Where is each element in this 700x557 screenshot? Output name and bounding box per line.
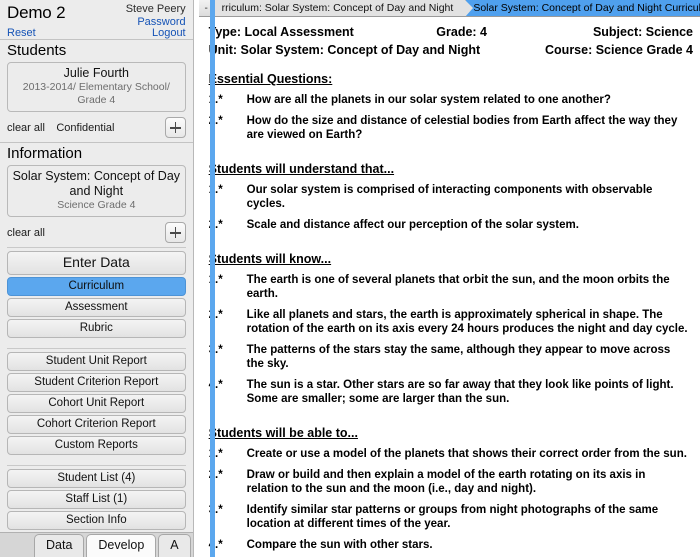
information-heading: Information — [0, 142, 193, 166]
meta-row-1: Type: Local Assessment Grade: 4 Subject:… — [209, 23, 693, 41]
student-detail: 2013-2014/ Elementary School/ Grade 4 — [22, 81, 170, 107]
meta-grade: Grade: 4 — [436, 25, 487, 39]
sidebar-tabbar: Data Develop A — [0, 532, 193, 557]
meta-type: Type: Local Assessment — [208, 25, 354, 39]
list-item: 4.* Compare the sun with other stars. — [209, 538, 693, 552]
item-text: The earth is one of several planets that… — [246, 274, 670, 300]
user-info: Steve Peery — [126, 3, 186, 16]
meta-row-2: Unit: Solar System: Concept of Day and N… — [209, 41, 693, 59]
reports-group: Student Unit Report Student Criterion Re… — [7, 348, 186, 457]
tab-arrow-icon — [465, 0, 474, 16]
user-name: Steve Peery — [125, 3, 186, 15]
item-text: Draw or build and then explain a model o… — [246, 469, 646, 495]
sidebar-item-staff-list[interactable]: Staff List (1) — [7, 490, 186, 510]
reset-link[interactable]: Reset — [7, 27, 36, 39]
meta-course: Course: Science Grade 4 — [545, 43, 693, 57]
student-name: Julie Fourth — [63, 66, 129, 81]
student-card[interactable]: Julie Fourth 2013-2014/ Elementary Schoo… — [7, 62, 186, 113]
sidebar-item-curriculum[interactable]: Curriculum — [7, 277, 186, 297]
add-student-button[interactable] — [164, 117, 186, 139]
browser-tab-label-active: Solar System: Concept of Day and Night C… — [473, 2, 700, 14]
item-text: Compare the sun with other stars. — [246, 539, 433, 551]
browser-tab-label: rriculum: Solar System: Concept of Day a… — [221, 2, 454, 14]
sidebar-item-rubric[interactable]: Rubric — [7, 319, 186, 339]
information-actions: clear all — [0, 219, 193, 247]
enter-data-heading: Enter Data — [7, 251, 186, 276]
item-text: How are all the planets in our solar sys… — [246, 94, 611, 106]
meta-unit: Unit: Solar System: Concept of Day and N… — [208, 43, 481, 57]
sidebar-item-student-unit-report[interactable]: Student Unit Report — [7, 352, 186, 372]
item-text: Identify similar star patterns or groups… — [246, 504, 659, 530]
list-item: 2.* How do the size and distance of cele… — [209, 114, 693, 142]
panel-splitter[interactable] — [210, 0, 215, 557]
logout-link[interactable]: Logout — [152, 27, 186, 40]
sidebar-item-custom-reports[interactable]: Custom Reports — [7, 436, 186, 456]
list-item: 3.* Identify similar star patterns or gr… — [209, 503, 693, 531]
meta-subject: Subject: Science — [592, 25, 693, 39]
sidebar: Demo 2 Steve Peery Password Reset Logout… — [0, 0, 194, 557]
list-item: 2.* Draw or build and then explain a mod… — [209, 468, 693, 496]
browser-tab-bar: - rriculum: Solar System: Concept of Day… — [198, 0, 700, 17]
item-text: Our solar system is comprised of interac… — [246, 184, 653, 210]
students-actions: clear all Confidential — [0, 114, 193, 142]
information-clear-all[interactable]: clear all — [7, 219, 45, 247]
list-item: 3.* The patterns of the stars stay the s… — [209, 343, 693, 371]
section-title-essential-questions: Essential Questions: — [208, 72, 333, 86]
document-body: Type: Local Assessment Grade: 4 Subject:… — [199, 17, 700, 557]
section-title-know: Students will know... — [208, 252, 332, 266]
list-item: 4.* The sun is a star. Other stars are s… — [209, 378, 693, 406]
item-text: The patterns of the stars stay the same,… — [246, 344, 671, 370]
information-unit-name: Solar System: Concept of Day and Night — [12, 169, 181, 199]
browser-tab-curriculum-page[interactable]: Solar System: Concept of Day and Night C… — [466, 0, 700, 16]
item-text: Scale and distance affect our perception… — [246, 219, 579, 231]
browser-tab-curriculum-parent[interactable]: rriculum: Solar System: Concept of Day a… — [214, 0, 474, 16]
students-confidential-toggle[interactable]: Confidential — [56, 114, 114, 142]
item-text: The sun is a star. Other stars are so fa… — [246, 379, 674, 405]
students-clear-all[interactable]: clear all — [7, 114, 45, 142]
sidebar-item-cohort-unit-report[interactable]: Cohort Unit Report — [7, 394, 186, 414]
section-title-able-to: Students will be able to... — [208, 426, 358, 440]
add-information-button[interactable] — [164, 222, 186, 244]
sidebar-item-assessment[interactable]: Assessment — [7, 298, 186, 318]
list-item: 1.* Our solar system is comprised of int… — [209, 183, 693, 211]
app-window: Demo 2 Steve Peery Password Reset Logout… — [0, 0, 700, 557]
sidebar-item-student-criterion-report[interactable]: Student Criterion Report — [7, 373, 186, 393]
lists-group: Student List (4) Staff List (1) Section … — [7, 465, 186, 532]
sidebar-item-student-list[interactable]: Student List (4) — [7, 469, 186, 489]
item-text: How do the size and distance of celestia… — [246, 115, 678, 141]
page-title: Demo 2 — [7, 3, 66, 22]
sidebar-header: Demo 2 Steve Peery Password Reset Logout — [0, 0, 193, 39]
information-card[interactable]: Solar System: Concept of Day and Night S… — [7, 165, 186, 218]
group-divider-2 — [0, 457, 193, 465]
tab-develop[interactable]: Develop — [86, 534, 157, 557]
students-heading: Students — [0, 39, 193, 63]
group-divider — [0, 340, 193, 348]
list-item: 2.* Scale and distance affect our percep… — [209, 218, 693, 232]
section-title-understand: Students will understand that... — [208, 162, 395, 176]
sidebar-item-cohort-criterion-report[interactable]: Cohort Criterion Report — [7, 415, 186, 435]
item-text: Create or use a model of the planets tha… — [246, 448, 687, 460]
enter-data-group: Enter Data Curriculum Assessment Rubric — [7, 247, 186, 340]
list-item: 2.* Like all planets and stars, the eart… — [209, 308, 693, 336]
sidebar-item-section-info[interactable]: Section Info — [7, 511, 186, 531]
list-item: 1.* How are all the planets in our solar… — [209, 93, 693, 107]
item-text: Like all planets and stars, the earth is… — [246, 309, 688, 335]
list-item: 1.* The earth is one of several planets … — [209, 273, 693, 301]
tab-data[interactable]: Data — [34, 534, 85, 557]
content-panel: - rriculum: Solar System: Concept of Day… — [198, 0, 700, 557]
list-item: 1.* Create or use a model of the planets… — [209, 447, 693, 461]
information-course: Science Grade 4 — [57, 199, 136, 212]
tab-a[interactable]: A — [158, 534, 191, 557]
